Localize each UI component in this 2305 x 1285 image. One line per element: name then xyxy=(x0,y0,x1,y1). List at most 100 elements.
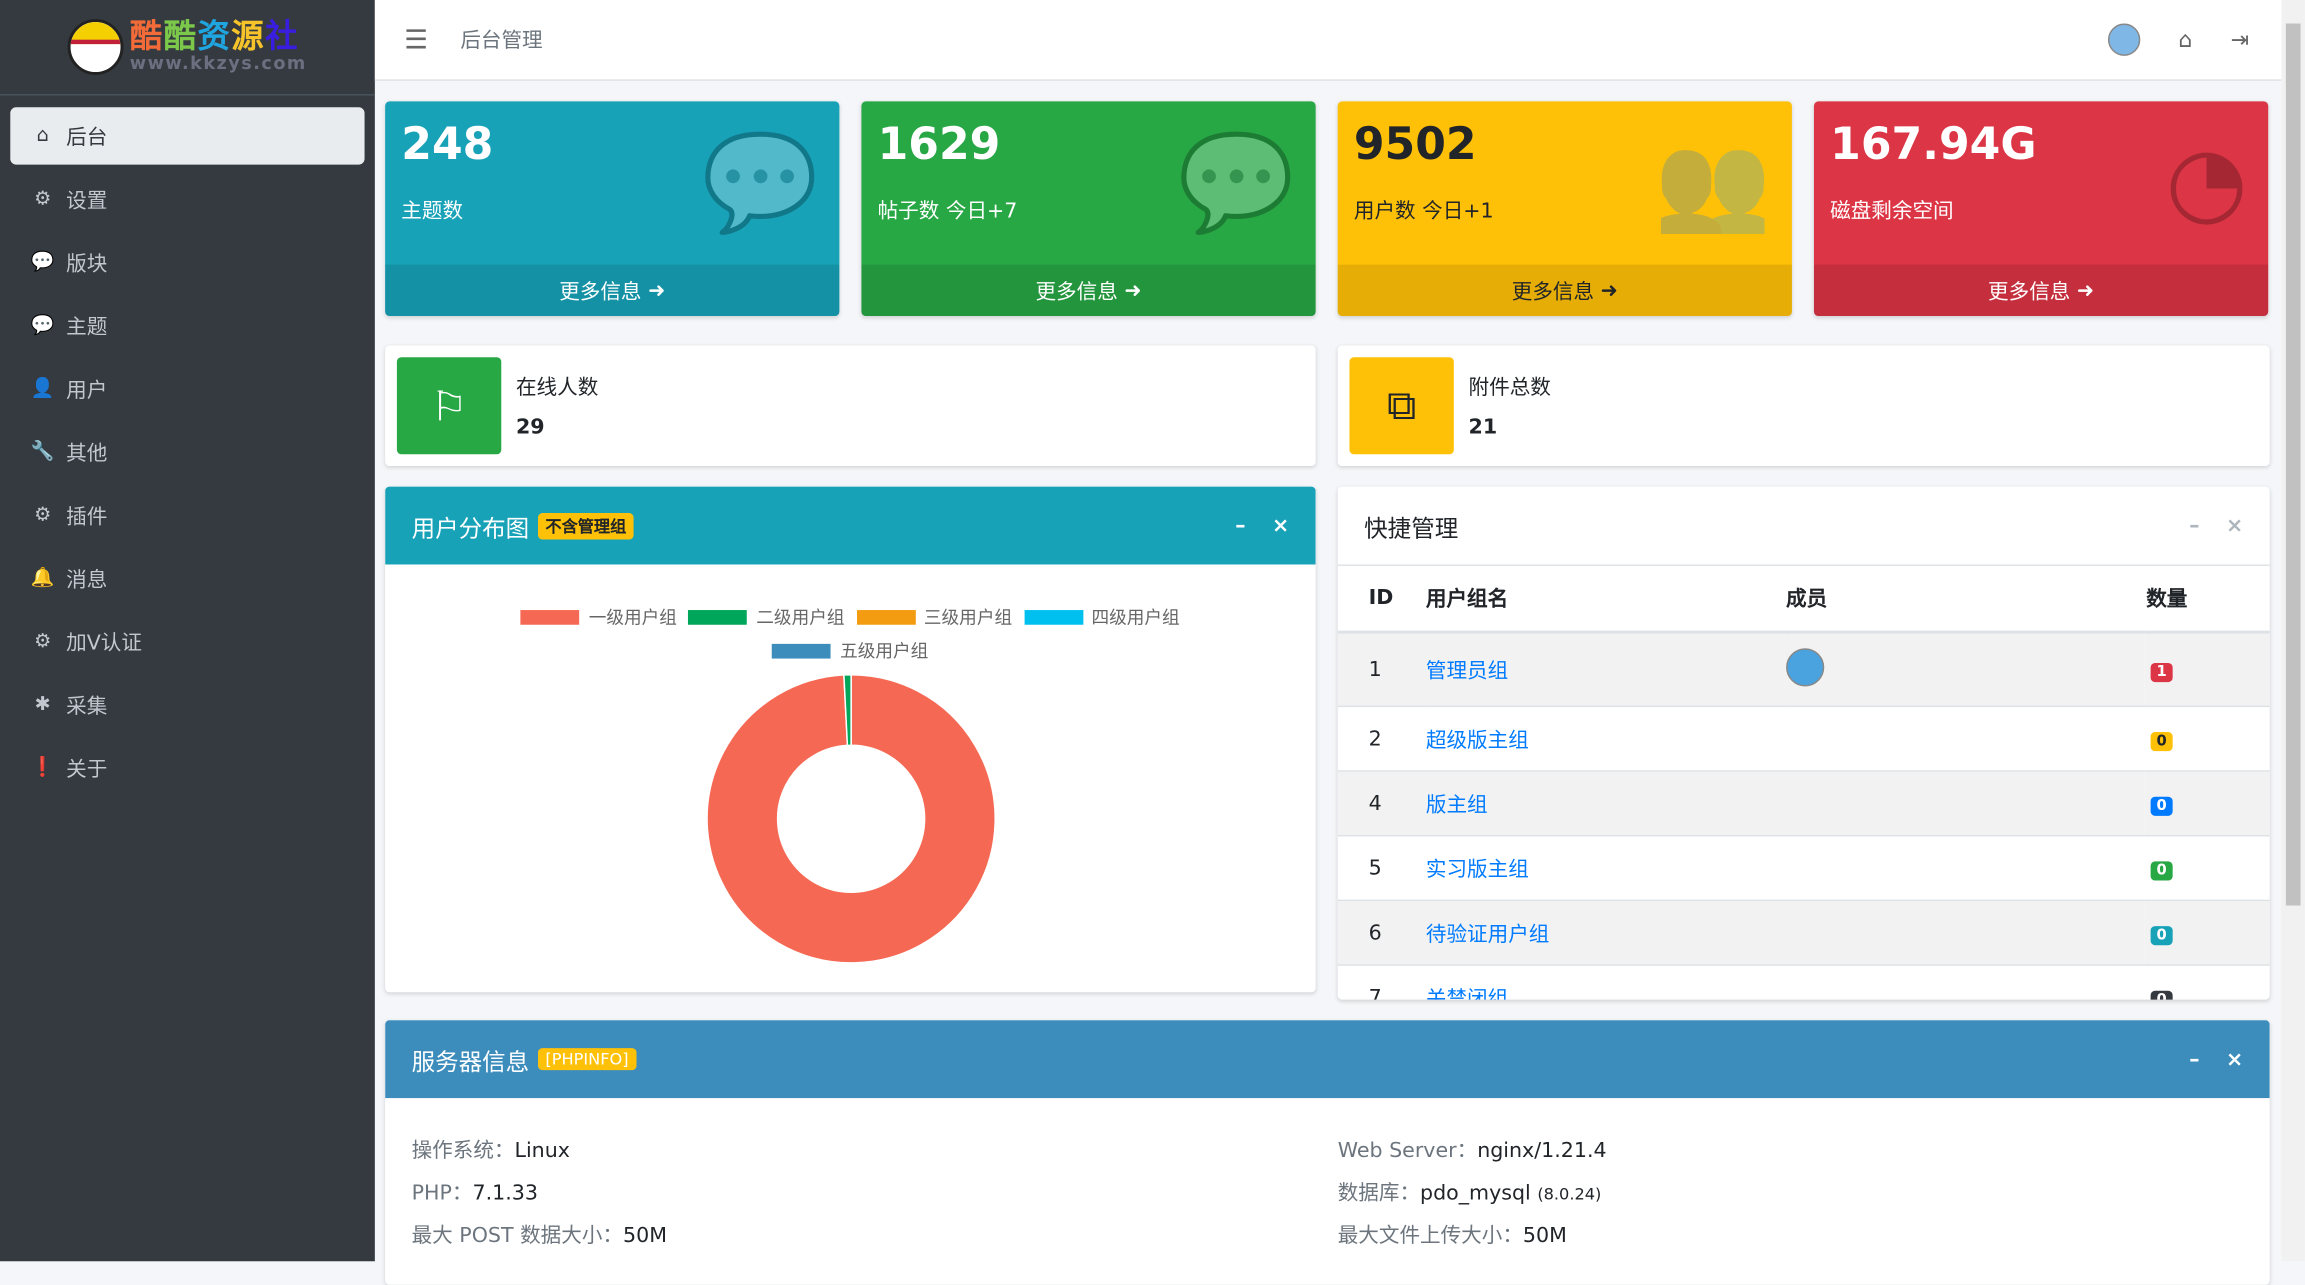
logo[interactable]: 酷酷资源社 www.kkzys.com xyxy=(0,0,375,96)
info-circle-icon: ❗ xyxy=(30,757,55,780)
server-info-item: 最大文件上传大小：50M xyxy=(1338,1220,1567,1249)
gear-icon: ⚙ xyxy=(34,188,52,211)
sidebar-item[interactable]: ⚙ 设置 xyxy=(10,171,364,228)
sidebar-item[interactable]: ✱ 采集 xyxy=(10,676,364,733)
stat-icon: 👥 xyxy=(1654,129,1772,239)
sidebar-item-label: 其他 xyxy=(66,441,108,466)
group-id: 1 xyxy=(1337,631,1425,707)
close-button[interactable]: × xyxy=(1272,514,1289,538)
sidebar-item[interactable]: 🔧 其他 xyxy=(10,423,364,480)
count-badge: 0 xyxy=(2150,990,2173,1000)
sidebar-item-label: 版块 xyxy=(66,252,108,276)
sidebar-item[interactable]: ⚙ 加V认证 xyxy=(10,613,364,670)
phpinfo-link[interactable]: [PHPINFO] xyxy=(538,1048,636,1071)
group-name-link[interactable]: 关禁闭组 xyxy=(1426,987,1508,999)
count-badge: 0 xyxy=(2150,925,2173,945)
donut-slice[interactable] xyxy=(706,673,996,964)
comment-icon: 💬 xyxy=(30,251,55,274)
sidebar-item[interactable]: ⌂ 后台 xyxy=(10,107,365,165)
comment-icon: 💬 xyxy=(30,314,55,337)
info-key: 最大 POST 数据大小： xyxy=(411,1224,624,1249)
info-value: nginx/1.21.4 xyxy=(1477,1139,1607,1163)
count-badge: 0 xyxy=(2150,796,2173,816)
arrow-circle-right-icon: ➜ xyxy=(2076,278,2095,303)
minimize-button[interactable]: – xyxy=(1235,514,1245,538)
sidebar-item[interactable]: 💬 版块 xyxy=(10,234,364,291)
more-info-label: 更多信息 xyxy=(1988,280,2071,304)
info-value: 7.1.33 xyxy=(472,1181,538,1206)
hamburger-menu-icon[interactable]: ☰ xyxy=(404,24,428,55)
column-header: ID xyxy=(1337,565,1425,634)
sidebar-item[interactable]: 👤 用户 xyxy=(10,360,364,417)
more-info-label: 更多信息 xyxy=(1035,280,1118,304)
group-id: 2 xyxy=(1337,705,1425,772)
legend-item[interactable]: 一级用户组 xyxy=(521,601,677,633)
sidebar-item[interactable]: ⚙ 插件 xyxy=(10,487,364,544)
info-extra: (8.0.24) xyxy=(1537,1184,1602,1204)
legend-item[interactable]: 五级用户组 xyxy=(772,635,928,667)
table-row: 5 实习版主组 0 xyxy=(1337,834,2270,901)
donut-slice[interactable] xyxy=(843,673,852,747)
legend-item[interactable]: 二级用户组 xyxy=(688,601,845,633)
legend-label: 五级用户组 xyxy=(840,640,929,662)
column-header: 数量 xyxy=(2144,565,2270,634)
group-id: 7 xyxy=(1337,964,1425,1000)
chart-legend: 一级用户组 二级用户组 三级用户组 四级用户组五级用户组 xyxy=(385,601,1316,669)
gears-icon: ⚙ xyxy=(34,630,52,653)
stat-value: 167.94G xyxy=(1830,119,2037,171)
server-info-item: 操作系统：Linux xyxy=(412,1135,570,1164)
info-value: 50M xyxy=(623,1224,667,1249)
group-name-link[interactable]: 超级版主组 xyxy=(1426,728,1529,752)
legend-item[interactable]: 三级用户组 xyxy=(856,601,1012,633)
more-info-label: 更多信息 xyxy=(1511,280,1595,304)
group-name-link[interactable]: 待验证用户组 xyxy=(1426,922,1549,946)
sidebar-item-label: 加V认证 xyxy=(66,631,142,655)
scrollbar[interactable] xyxy=(2281,0,2305,1262)
sidebar-item-label: 设置 xyxy=(66,188,108,213)
group-name-link[interactable]: 实习版主组 xyxy=(1426,858,1529,882)
more-info-link[interactable]: 更多信息 ➜ xyxy=(1813,264,2269,317)
member-avatar[interactable] xyxy=(1786,647,1825,686)
table-row: 7 关禁闭组 0 xyxy=(1337,964,2270,1000)
group-name-link[interactable]: 管理员组 xyxy=(1426,659,1508,683)
flag-icon: ⚐ xyxy=(396,357,502,455)
close-button[interactable]: × xyxy=(2226,1047,2243,1071)
count-badge: 0 xyxy=(2150,731,2173,751)
close-button[interactable]: × xyxy=(2226,514,2243,538)
usergroup-table: ID 用户组名 成员 数量 1 管理员组 1 2 超级版主组 0 4 版主组 0… xyxy=(1337,565,2270,1000)
sidebar-item[interactable]: ❗ 关于 xyxy=(10,739,364,796)
sidebar-item[interactable]: 🔔 消息 xyxy=(10,550,364,607)
legend-item[interactable]: 四级用户组 xyxy=(1023,601,1180,633)
attachments-box: ⧉ 附件总数 21 xyxy=(1337,345,2270,466)
minimize-button[interactable]: – xyxy=(2189,514,2199,538)
home-icon: ⌂ xyxy=(36,124,49,147)
minimize-button[interactable]: – xyxy=(2189,1047,2199,1071)
info-key: Web Server： xyxy=(1337,1139,1478,1163)
sidebar-item-label: 插件 xyxy=(66,504,108,529)
group-name-link[interactable]: 版主组 xyxy=(1426,793,1488,817)
table-row: 1 管理员组 1 xyxy=(1337,631,2270,707)
table-row: 2 超级版主组 0 xyxy=(1337,705,2270,772)
top-navbar: ☰ 后台管理 ⌂ ⇥ xyxy=(374,0,2282,81)
card-title: 用户分布图 xyxy=(411,513,530,542)
info-label: 附件总数 xyxy=(1468,376,1551,400)
copy-icon: ⧉ xyxy=(1349,357,1454,455)
table-row: 6 待验证用户组 0 xyxy=(1337,899,2270,966)
card-title: 快捷管理 xyxy=(1364,513,1459,542)
info-label: 在线人数 xyxy=(515,376,599,400)
stat-label: 用户数 今日+1 xyxy=(1353,199,1494,224)
server-info-item: 最大 POST 数据大小：50M xyxy=(412,1220,667,1249)
stat-box: 9502 用户数 今日+1 👥 更多信息 ➜ xyxy=(1337,101,1792,317)
logout-icon[interactable]: ⇥ xyxy=(2231,26,2249,52)
more-info-link[interactable]: 更多信息 ➜ xyxy=(1337,264,1792,317)
stat-value: 248 xyxy=(401,119,494,171)
more-info-link[interactable]: 更多信息 ➜ xyxy=(861,264,1316,317)
online-users-box: ⚐ 在线人数 29 xyxy=(385,345,1316,466)
more-info-link[interactable]: 更多信息 ➜ xyxy=(385,264,840,317)
page-title[interactable]: 后台管理 xyxy=(460,25,542,54)
table-row: 4 版主组 0 xyxy=(1337,770,2270,836)
sidebar-item[interactable]: 💬 主题 xyxy=(10,297,364,354)
home-icon[interactable]: ⌂ xyxy=(2178,26,2192,52)
info-value: Linux xyxy=(514,1139,570,1163)
user-avatar[interactable] xyxy=(2107,23,2141,56)
